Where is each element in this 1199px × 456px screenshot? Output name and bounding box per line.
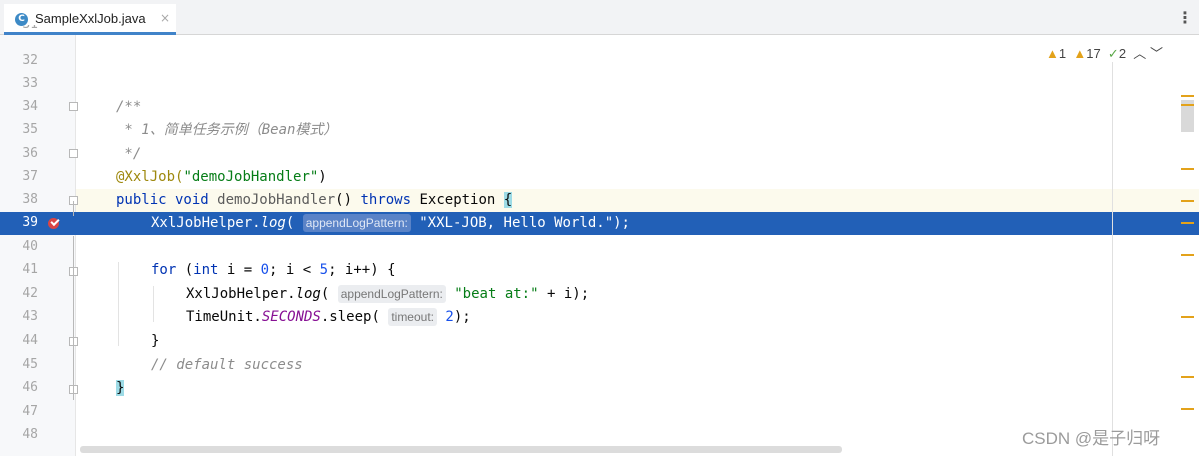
- fold-range-line: [73, 236, 74, 400]
- inspection-widget[interactable]: ▲1 ▲17 ✓2 ︿ ﹀: [1046, 43, 1163, 62]
- indent-guide: [153, 286, 154, 322]
- error-stripe-mark[interactable]: [1181, 408, 1194, 410]
- error-stripe-mark[interactable]: [1181, 104, 1194, 106]
- code-line-46: }: [116, 380, 125, 396]
- right-margin-guide: [1112, 62, 1113, 456]
- check-icon: ✓: [1107, 46, 1119, 61]
- fold-marker-icon[interactable]: [69, 102, 78, 111]
- error-stripe-mark[interactable]: [1181, 222, 1194, 224]
- error-stripe-mark[interactable]: [1181, 168, 1194, 170]
- code-line-35: * 1、简单任务示例（Bean模式）: [116, 122, 338, 138]
- code-line-43: TimeUnit.SECONDS.sleep( timeout: 2);: [186, 308, 471, 326]
- error-stripe-mark[interactable]: [1181, 316, 1194, 318]
- warning-icon: ▲: [1046, 46, 1059, 61]
- line-number[interactable]: 36: [0, 146, 38, 161]
- code-line-31: private static Logger logger = LoggerFac…: [116, 25, 765, 37]
- line-number[interactable]: 34: [0, 99, 38, 114]
- code-line-44: }: [151, 333, 160, 349]
- more-options-icon[interactable]: ⋮: [1177, 8, 1193, 27]
- error-stripe-mark[interactable]: [1181, 376, 1194, 378]
- line-number[interactable]: 32: [0, 53, 38, 68]
- code-line-34: /**: [116, 99, 142, 115]
- code-line-36: */: [116, 146, 142, 162]
- fold-marker-icon[interactable]: [69, 149, 78, 158]
- matched-brace: {: [503, 192, 513, 208]
- line-number[interactable]: 48: [0, 427, 38, 442]
- code-line-37: @XxlJob("demoJobHandler"): [116, 169, 327, 185]
- line-number[interactable]: 42: [0, 286, 38, 301]
- error-stripe-mark[interactable]: [1181, 254, 1194, 256]
- indent-guide: [118, 262, 119, 346]
- error-stripe-mark[interactable]: [1181, 95, 1194, 97]
- line-number[interactable]: 47: [0, 404, 38, 419]
- close-icon[interactable]: ×: [160, 11, 170, 25]
- line-number[interactable]: 43: [0, 309, 38, 324]
- line-number[interactable]: 31: [0, 25, 38, 37]
- code-line-41: for (int i = 0; i < 5; i++) {: [151, 262, 396, 278]
- horizontal-scrollbar-thumb[interactable]: [80, 446, 842, 453]
- previous-highlight-icon: ︿: [1133, 46, 1147, 61]
- line-number[interactable]: 41: [0, 262, 38, 277]
- line-number[interactable]: 44: [0, 333, 38, 348]
- warning-icon: ▲: [1073, 46, 1087, 61]
- fold-range-line: [73, 201, 74, 216]
- line-number[interactable]: 37: [0, 169, 38, 184]
- line-number[interactable]: 45: [0, 357, 38, 372]
- line-number[interactable]: 40: [0, 239, 38, 254]
- breakpoint-icon[interactable]: [48, 218, 59, 229]
- line-number[interactable]: 35: [0, 122, 38, 137]
- line-number[interactable]: 38: [0, 192, 38, 207]
- param-hint: timeout:: [388, 308, 437, 326]
- watermark: CSDN @是子归呀: [1022, 429, 1161, 448]
- next-highlight-icon: ﹀: [1149, 46, 1163, 61]
- error-stripe-mark[interactable]: [1181, 200, 1194, 202]
- code-line-38: public void demoJobHandler() throws Exce…: [116, 192, 513, 208]
- param-hint: appendLogPattern:: [302, 214, 411, 232]
- tab-label: SampleXxlJob.java: [35, 11, 146, 26]
- code-line-39[interactable]: XxlJobHelper.log( appendLogPattern: "XXL…: [151, 212, 630, 235]
- line-number[interactable]: 39: [0, 215, 38, 230]
- code-line-42: XxlJobHelper.log( appendLogPattern: "bea…: [186, 285, 590, 303]
- code-line-45: // default success: [151, 357, 303, 373]
- line-number[interactable]: 33: [0, 76, 38, 91]
- line-number[interactable]: 46: [0, 380, 38, 395]
- param-hint: appendLogPattern:: [337, 285, 446, 303]
